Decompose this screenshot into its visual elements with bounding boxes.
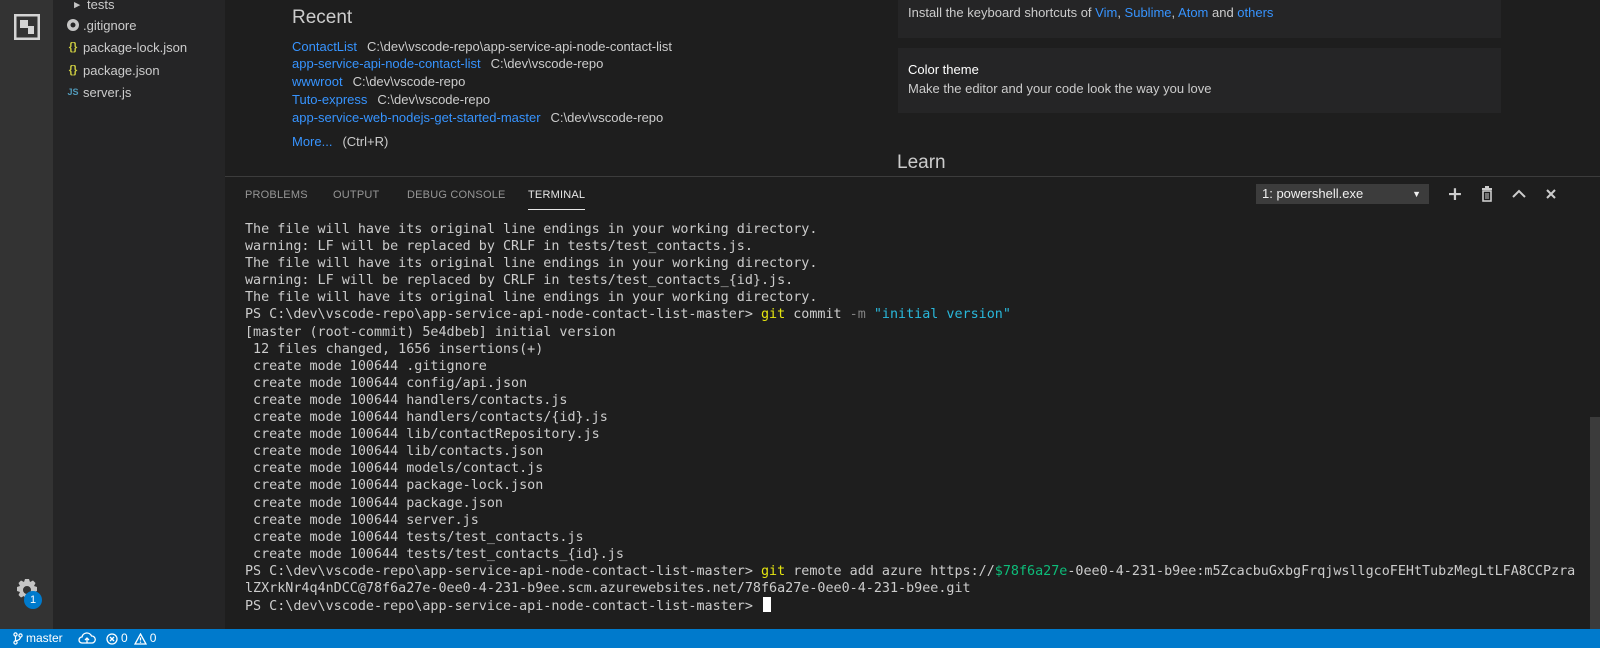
terminal-line: create mode 100644 lib/contacts.json — [245, 444, 544, 460]
recent-more: More... (Ctrl+R) — [292, 134, 388, 149]
error-count: 0 — [121, 631, 128, 645]
vim-link[interactable]: Vim — [1095, 5, 1117, 20]
terminal-line: create mode 100644 models/contact.js — [245, 461, 544, 477]
chevron-down-icon: ▼ — [1412, 189, 1421, 199]
terminal-commit-command: PS C:\dev\vscode-repo\app-service-api-no… — [245, 307, 1011, 323]
terminal-line: [master (root-commit) 5e4dbeb] initial v… — [245, 324, 616, 340]
warning-count: 0 — [149, 631, 157, 645]
plus-icon[interactable]: + — [1446, 185, 1464, 204]
recent-link[interactable]: wwwroot — [292, 74, 343, 89]
terminal-line: warning: LF will be replaced by CRLF in … — [245, 273, 794, 289]
chevron-right-icon: ▸ — [74, 0, 80, 11]
terminal-line: warning: LF will be replaced by CRLF in … — [245, 239, 753, 255]
others-link[interactable]: others — [1237, 5, 1273, 20]
branch-name: master — [26, 631, 63, 645]
recent-link[interactable]: app-service-web-nodejs-get-started-maste… — [292, 110, 541, 125]
extensions-icon[interactable] — [14, 14, 40, 40]
recent-link[interactable]: Tuto-express — [292, 92, 367, 107]
sublime-link[interactable]: Sublime — [1125, 5, 1172, 20]
terminal-line: create mode 100644 .gitignore — [245, 358, 487, 374]
git-branch-icon — [13, 632, 23, 645]
terminal-line: lZXrkNr4q4nDCC@78f6a27e-0ee0-4-231-b9ee.… — [245, 580, 971, 596]
terminal-line: 12 files changed, 1656 insertions(+) — [245, 341, 544, 357]
tab-output[interactable]: OUTPUT — [333, 189, 379, 201]
terminal-line: create mode 100644 config/api.json — [245, 375, 528, 391]
terminal-remote-command: PS C:\dev\vscode-repo\app-service-api-no… — [245, 563, 1576, 579]
learn-title: Learn — [897, 152, 946, 173]
cloud-upload-icon — [78, 632, 96, 644]
close-icon[interactable] — [1542, 185, 1560, 203]
tab-problems[interactable]: PROBLEMS — [245, 189, 308, 201]
warning-icon — [133, 632, 147, 645]
settings-update-badge: 1 — [24, 591, 42, 609]
recent-path: C:\dev\vscode-repo — [352, 74, 466, 89]
problems-status[interactable]: 0 0 — [106, 629, 156, 648]
keymaps-card[interactable]: Install the keyboard shortcuts of Vim, S… — [898, 0, 1501, 38]
recent-item: app-service-api-node-contact-list C:\dev\… — [292, 56, 603, 71]
terminal-output[interactable]: The file will have its original line end… — [245, 221, 1576, 615]
terminal-line: The file will have its original line end… — [245, 256, 818, 272]
terminal-scrollbar[interactable] — [1590, 417, 1600, 629]
terminal-line: The file will have its original line end… — [245, 222, 818, 237]
recent-link[interactable]: ContactList — [292, 39, 357, 54]
recent-link[interactable]: app-service-api-node-contact-list — [292, 56, 481, 71]
sync-status[interactable] — [78, 629, 99, 648]
terminal-line: create mode 100644 lib/contactRepository… — [245, 427, 600, 443]
terminal-line: create mode 100644 package.json — [245, 495, 503, 511]
terminal-line: create mode 100644 package-lock.json — [245, 478, 544, 494]
recent-item: ContactList C:\dev\vscode-repo\app-servic… — [292, 39, 672, 54]
color-theme-title: Color theme — [908, 62, 979, 77]
recent-path: C:\dev\vscode-repo — [377, 92, 491, 107]
more-shortcut: (Ctrl+R) — [342, 134, 389, 149]
recent-item: app-service-web-nodejs-get-started-maste… — [292, 110, 663, 125]
color-theme-card[interactable]: Color theme Make the editor and your cod… — [898, 48, 1501, 113]
terminal-line: create mode 100644 tests/test_contacts_{… — [245, 546, 624, 562]
tree-item-package-lock-json[interactable]: {} package-lock.json — [63, 36, 187, 58]
explorer-sidebar: ▸ tests .gitignore {} package-lock.json … — [53, 0, 225, 629]
terminal-prompt-line: PS C:\dev\vscode-repo\app-service-api-no… — [245, 597, 1560, 615]
terminal-line: create mode 100644 server.js — [245, 512, 479, 528]
tree-item-gitignore[interactable]: .gitignore — [63, 14, 136, 36]
bottom-panel: PROBLEMS OUTPUT DEBUG CONSOLE TERMINAL 1… — [225, 176, 1600, 630]
json-icon: {} — [68, 41, 78, 53]
git-icon — [67, 19, 79, 31]
js-icon: JS — [67, 87, 79, 97]
terminal-line: create mode 100644 handlers/contacts/{id… — [245, 410, 608, 426]
recent-item: wwwroot C:\dev\vscode-repo — [292, 74, 465, 89]
keymaps-description: Install the keyboard shortcuts of Vim, S… — [908, 5, 1274, 20]
error-icon — [106, 632, 118, 645]
tab-debug-console[interactable]: DEBUG CONSOLE — [407, 189, 506, 201]
tab-terminal[interactable]: TERMINAL — [528, 189, 586, 210]
json-icon: {} — [68, 64, 78, 76]
branch-status[interactable]: master — [13, 629, 63, 648]
terminal-cursor — [762, 597, 771, 613]
recent-path: C:\dev\vscode-repo — [490, 56, 604, 71]
recent-path: C:\dev\vscode-repo\app-service-api-node-… — [367, 39, 672, 54]
color-theme-description: Make the editor and your code look the w… — [908, 81, 1212, 96]
tree-item-server-js[interactable]: JS server.js — [63, 81, 131, 103]
recent-path: C:\dev\vscode-repo — [550, 110, 664, 125]
trash-icon[interactable] — [1478, 185, 1496, 203]
terminal-select-value: 1: powershell.exe — [1262, 186, 1364, 201]
recent-title: Recent — [292, 7, 353, 28]
terminal-select[interactable]: 1: powershell.exe ▼ — [1256, 184, 1429, 204]
recent-item: Tuto-express C:\dev\vscode-repo — [292, 92, 490, 107]
status-bar: master 0 0 — [0, 629, 1600, 648]
welcome-page: Recent ContactList C:\dev\vscode-repo\app… — [225, 0, 1600, 176]
tree-item-package-json[interactable]: {} package.json — [63, 59, 160, 81]
terminal-line: create mode 100644 handlers/contacts.js — [245, 392, 568, 408]
more-recent-link[interactable]: More... — [292, 134, 332, 149]
chevron-up-icon[interactable] — [1510, 185, 1528, 203]
terminal-line: create mode 100644 tests/test_contacts.j… — [245, 529, 584, 545]
atom-link[interactable]: Atom — [1178, 5, 1208, 20]
activity-bar: 1 — [0, 0, 53, 629]
tree-item-tests[interactable]: ▸ tests — [67, 0, 114, 15]
terminal-line: The file will have its original line end… — [245, 290, 818, 306]
